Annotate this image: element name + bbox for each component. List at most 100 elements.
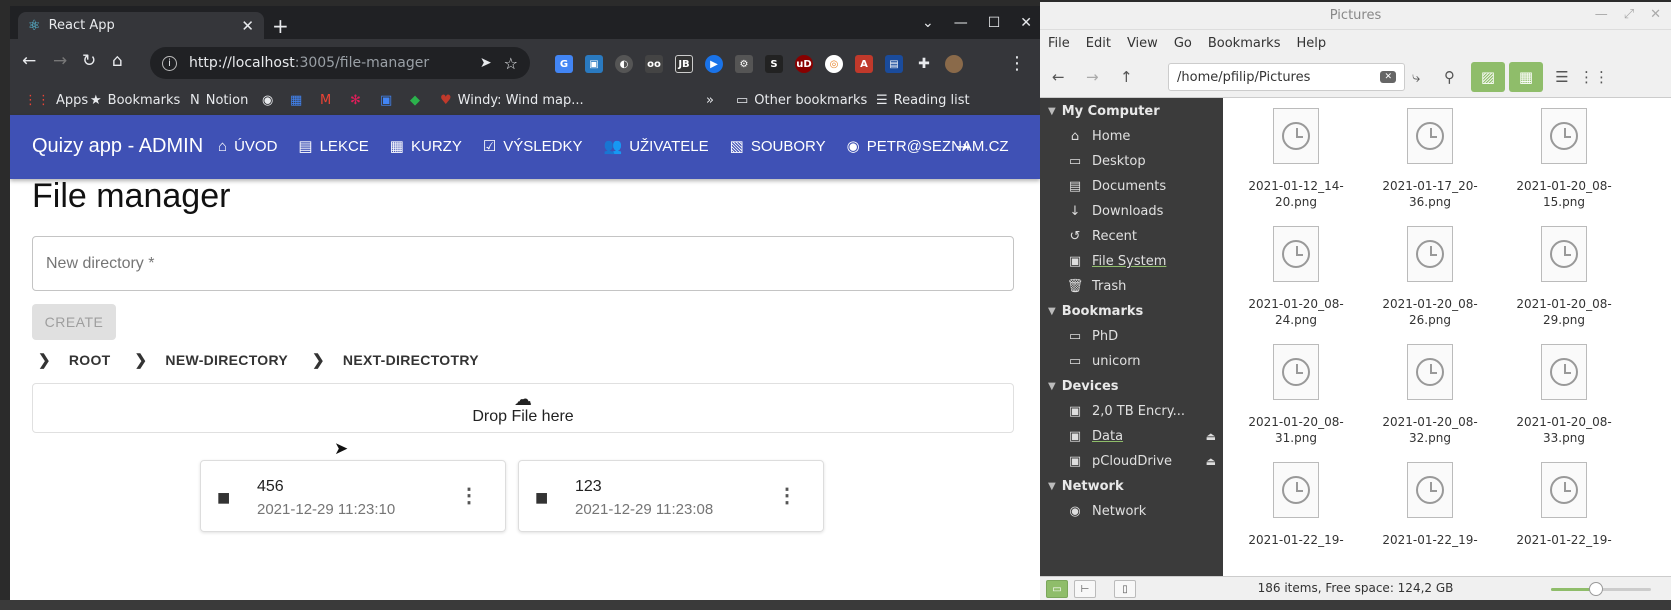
bookmark-notion[interactable]: N Notion: [190, 93, 248, 108]
more-vert-icon[interactable]: ⋮: [459, 483, 479, 508]
folder-card[interactable]: ■ 456 2021-12-29 11:23:10 ⋮: [200, 460, 506, 532]
extension-icon[interactable]: JB: [675, 55, 693, 73]
path-entry[interactable]: /home/pfilip/Pictures ✕: [1168, 63, 1405, 91]
sidebar-item-unicorn[interactable]: ▭ unicorn: [1066, 354, 1216, 369]
send-tab-icon[interactable]: ➤: [480, 55, 492, 71]
bookmark-bookmarks[interactable]: ★ Bookmarks: [90, 93, 180, 108]
file-item[interactable]: 2021-01-17_20- 36.png: [1365, 108, 1495, 210]
file-dropzone[interactable]: ☁ Drop File here: [32, 383, 1014, 433]
extension-icon[interactable]: ▤: [885, 55, 903, 73]
file-item[interactable]: 2021-01-20_08- 31.png: [1231, 344, 1361, 446]
reload-icon[interactable]: ↻: [82, 51, 96, 71]
nav-kurzy[interactable]: ▦ KURZY: [390, 137, 462, 156]
nav-vysledky[interactable]: ☑ VÝSLEDKY: [483, 137, 583, 156]
file-item[interactable]: 2021-01-22_19-: [1499, 462, 1629, 548]
breadcrumb-root[interactable]: ROOT: [69, 352, 111, 368]
bookmark-windy[interactable]: ♥ Windy: Wind map...: [440, 93, 584, 108]
nav-uzivatele[interactable]: 👥 UŽIVATELE: [604, 137, 709, 156]
sidebar-item-recent[interactable]: ↺ Recent: [1066, 229, 1216, 244]
extension-icon[interactable]: A: [855, 55, 873, 73]
eject-icon[interactable]: ⏏: [1206, 455, 1216, 468]
chrome-menu-icon[interactable]: ⋮: [1008, 53, 1026, 74]
sidebar-item-encrypted-drive[interactable]: ▣ 2,0 TB Encry...: [1066, 404, 1216, 419]
new-directory-input[interactable]: New directory *: [32, 236, 1014, 291]
translate-extension-icon[interactable]: G: [555, 55, 573, 73]
compact-view-button[interactable]: ⋮⋮: [1577, 62, 1611, 92]
maximize-icon[interactable]: ⤢: [1624, 7, 1634, 22]
bookmark-apps[interactable]: ⋮⋮ Apps: [24, 93, 88, 108]
nav-uvod[interactable]: ⌂ ÚVOD: [218, 137, 277, 155]
bookmark-calendar[interactable]: ▦: [290, 93, 302, 108]
section-network[interactable]: ▼ Network: [1048, 479, 1124, 494]
logout-icon[interactable]: ⇥: [956, 137, 969, 156]
menu-view[interactable]: View: [1127, 36, 1158, 51]
breadcrumb-new-directory[interactable]: NEW-DIRECTORY: [165, 352, 288, 368]
reading-list[interactable]: ☰ Reading list: [876, 93, 970, 108]
section-bookmarks[interactable]: ▼ Bookmarks: [1048, 304, 1143, 319]
sidebar-item-network[interactable]: ◉ Network: [1066, 504, 1216, 519]
sidebar-item-documents[interactable]: ▤ Documents: [1066, 179, 1216, 194]
sidebar-item-data[interactable]: ▣ Data ⏏: [1066, 429, 1216, 444]
breadcrumb-next-directory[interactable]: NEXT-DIRECTOTRY: [343, 352, 479, 368]
menu-edit[interactable]: Edit: [1086, 36, 1111, 51]
maximize-icon[interactable]: ☐: [988, 15, 1001, 31]
tab-close-icon[interactable]: ✕: [241, 17, 254, 35]
file-item[interactable]: 2021-01-22_19-: [1231, 462, 1361, 548]
back-icon[interactable]: ←: [1052, 68, 1065, 86]
section-devices[interactable]: ▼ Devices: [1048, 379, 1119, 394]
menu-file[interactable]: File: [1048, 36, 1070, 51]
file-item[interactable]: 2021-01-22_19-: [1365, 462, 1495, 548]
nav-lekce[interactable]: ▤ LEKCE: [298, 137, 368, 156]
file-item[interactable]: 2021-01-20_08- 26.png: [1365, 226, 1495, 328]
bookmark-icon-link[interactable]: ◉: [262, 93, 273, 108]
profile-avatar[interactable]: [945, 55, 963, 73]
zoom-slider-handle[interactable]: [1589, 582, 1603, 596]
zoom-slider[interactable]: [1551, 582, 1651, 596]
puzzle-extensions-icon[interactable]: ✚: [915, 55, 933, 73]
menu-help[interactable]: Help: [1296, 36, 1326, 51]
create-button[interactable]: CREATE: [32, 304, 116, 340]
minimize-icon[interactable]: —: [1595, 7, 1608, 22]
sidebar-item-desktop[interactable]: ▭ Desktop: [1066, 154, 1216, 169]
sidebar-item-filesystem[interactable]: ▣ File System: [1066, 254, 1216, 269]
menu-go[interactable]: Go: [1174, 36, 1192, 51]
extension-icon[interactable]: ▣: [585, 55, 603, 73]
close-icon[interactable]: ✕: [1650, 7, 1661, 22]
list-view-button[interactable]: ☰: [1545, 62, 1579, 92]
home-icon[interactable]: ⌂: [112, 51, 123, 71]
icon-view-button[interactable]: ▦: [1509, 62, 1543, 92]
section-my-computer[interactable]: ▼ My Computer: [1048, 104, 1160, 119]
sidebar-item-downloads[interactable]: ↓ Downloads: [1066, 204, 1216, 219]
browser-tab[interactable]: ⚛ React App ✕: [18, 12, 264, 39]
extension-icon[interactable]: ◎: [825, 55, 843, 73]
gear-extension-icon[interactable]: ⚙: [735, 55, 753, 73]
bookmark-gmail[interactable]: M: [320, 93, 331, 108]
menu-bookmarks[interactable]: Bookmarks: [1208, 36, 1281, 51]
file-item[interactable]: 2021-01-20_08- 15.png: [1499, 108, 1629, 210]
app-brand[interactable]: Quizy app - ADMIN: [32, 135, 203, 158]
eject-icon[interactable]: ⏏: [1206, 430, 1216, 443]
site-info-icon[interactable]: i: [162, 55, 177, 71]
show-thumbnails-button[interactable]: ▨: [1471, 62, 1505, 92]
nav-soubory[interactable]: ▧ SOUBORY: [730, 137, 826, 156]
sidebar-item-home[interactable]: ⌂ Home: [1066, 129, 1216, 144]
bookmark-link[interactable]: ◆: [410, 93, 420, 108]
new-tab-icon[interactable]: +: [272, 14, 289, 38]
forward-icon[interactable]: →: [1086, 68, 1099, 86]
file-item[interactable]: 2021-01-20_08- 33.png: [1499, 344, 1629, 446]
tab-search-icon[interactable]: ⌄: [922, 15, 934, 31]
bookmark-star-icon[interactable]: ☆: [504, 54, 518, 73]
file-item[interactable]: 2021-01-20_08- 32.png: [1365, 344, 1495, 446]
extension-icon[interactable]: ▶: [705, 55, 723, 73]
nav-account[interactable]: ◉ PETR@SEZNAM.CZ: [847, 137, 1009, 156]
more-vert-icon[interactable]: ⋮: [777, 483, 797, 508]
bookmarks-overflow-icon[interactable]: »: [706, 93, 714, 108]
window-close-icon[interactable]: ✕: [1020, 15, 1032, 31]
file-item[interactable]: 2021-01-20_08- 24.png: [1231, 226, 1361, 328]
clear-path-icon[interactable]: ✕: [1380, 71, 1396, 83]
bookmark-link[interactable]: ▣: [380, 93, 392, 108]
toggle-location-icon[interactable]: ⤷: [1412, 68, 1420, 86]
file-item[interactable]: 2021-01-20_08- 29.png: [1499, 226, 1629, 328]
extension-icon[interactable]: S: [765, 55, 783, 73]
sidebar-item-trash[interactable]: 🗑 Trash: [1066, 279, 1216, 294]
